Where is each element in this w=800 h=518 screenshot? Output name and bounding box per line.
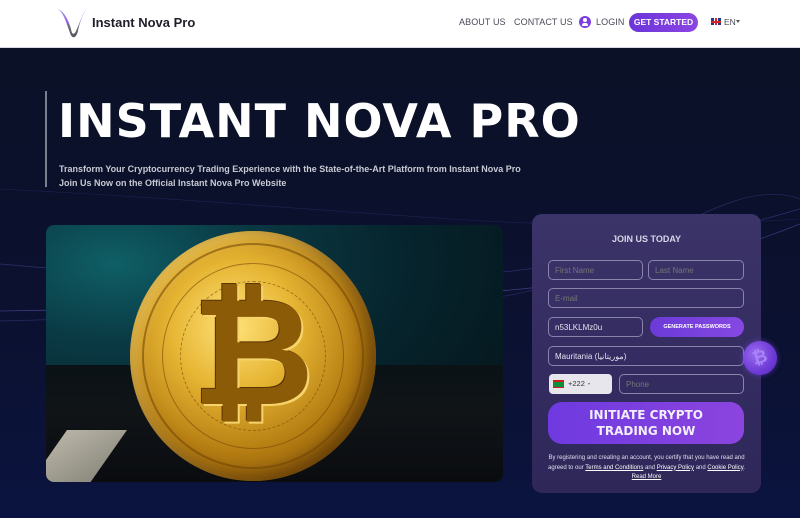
site-header: Instant Nova Pro ABOUT US CONTACT US LOG… [0, 0, 800, 48]
brand-name[interactable]: Instant Nova Pro [92, 15, 195, 30]
user-icon[interactable] [579, 16, 591, 28]
chevron-down-icon[interactable] [736, 20, 740, 23]
last-name-input[interactable] [648, 260, 744, 280]
first-name-input[interactable] [548, 260, 643, 280]
legal-and: and [643, 464, 657, 471]
hero-accent-bar [45, 91, 47, 187]
nav-contact-us[interactable]: CONTACT US [514, 17, 573, 27]
email-input[interactable] [548, 288, 744, 308]
legal-and: and [694, 464, 708, 471]
bitcoin-icon: ₿ [191, 266, 315, 440]
mauritania-flag-icon [553, 380, 564, 388]
hero-subtitle: Transform Your Cryptocurrency Trading Ex… [59, 162, 521, 190]
read-more-link[interactable]: Read More [632, 474, 662, 480]
bitcoin-image: ₿ [46, 225, 503, 482]
password-input[interactable] [548, 317, 643, 337]
generate-passwords-button[interactable]: GENERATE PASSWORDS [650, 317, 744, 337]
uk-flag-icon[interactable] [711, 18, 721, 25]
initiate-trading-button[interactable]: INITIATE CRYPTO TRADING NOW [548, 402, 744, 444]
bitcoin-icon: ₿ [750, 345, 770, 369]
get-started-button[interactable]: GET STARTED [629, 13, 698, 32]
bitcoin-coin: ₿ [130, 231, 376, 481]
legal-sep: . [743, 464, 745, 471]
legal-notice: By registering and creating an account, … [546, 454, 747, 483]
nav-about-us[interactable]: ABOUT US [459, 17, 506, 27]
hero-subtitle-line1: Transform Your Cryptocurrency Trading Ex… [59, 164, 521, 174]
chevron-down-icon [588, 383, 590, 385]
hero-section: INSTANT NOVA PRO Transform Your Cryptocu… [0, 49, 800, 518]
nav-login[interactable]: LOGIN [596, 17, 625, 27]
phone-code-value: +222 [568, 379, 585, 388]
logo-icon[interactable] [54, 5, 90, 41]
privacy-link[interactable]: Privacy Policy [657, 465, 694, 471]
phone-country-code-select[interactable]: +222 [549, 374, 612, 394]
phone-input[interactable] [619, 374, 744, 394]
form-title: JOIN US TODAY [611, 234, 682, 244]
hero-title: INSTANT NOVA PRO [58, 94, 581, 148]
terms-link[interactable]: Terms and Conditions [585, 465, 643, 471]
language-selector[interactable]: EN [724, 17, 736, 27]
cookie-link[interactable]: Cookie Policy [707, 465, 743, 471]
country-input[interactable] [548, 346, 744, 366]
signup-form: JOIN US TODAY GENERATE PASSWORDS +222 IN… [532, 214, 761, 493]
hero-subtitle-line2: Join Us Now on the Official Instant Nova… [59, 178, 287, 188]
